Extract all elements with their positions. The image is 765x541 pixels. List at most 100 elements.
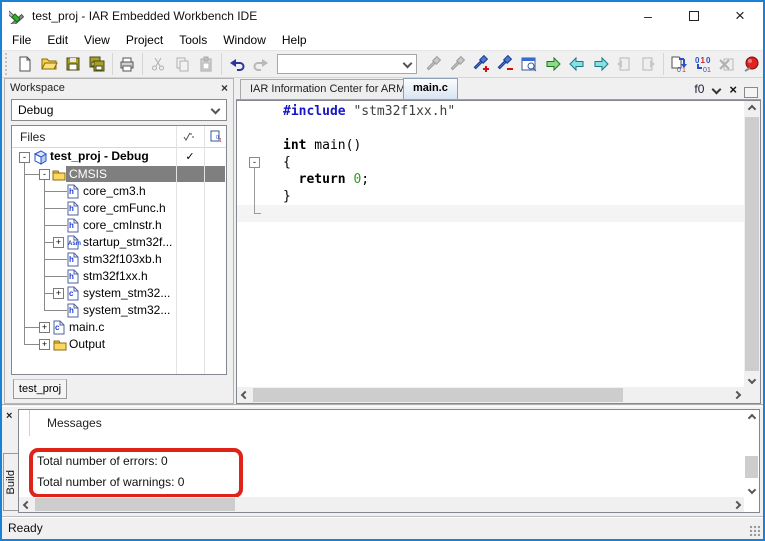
previous-file-button[interactable]: [613, 52, 637, 76]
toolbar-grip[interactable]: [5, 53, 10, 75]
next-file-button[interactable]: [636, 52, 660, 76]
maximize-button[interactable]: [671, 2, 717, 30]
stop-build-button[interactable]: [715, 52, 739, 76]
find-combobox[interactable]: [277, 54, 417, 74]
tree-item-main-c[interactable]: + c main.c: [12, 319, 226, 336]
scroll-left-button[interactable]: [19, 497, 34, 512]
fold-collapse-icon[interactable]: -: [249, 157, 260, 168]
stop-build-icon: [718, 55, 736, 73]
messages-column-header[interactable]: Messages: [47, 416, 102, 430]
menu-view[interactable]: View: [76, 30, 118, 50]
copy-button[interactable]: [170, 52, 194, 76]
build-panel-close-button[interactable]: ×: [6, 410, 12, 422]
goto-button[interactable]: [541, 52, 565, 76]
editor-close-button[interactable]: ×: [729, 82, 737, 97]
title-bar: test_proj - IAR Embedded Workbench IDE –…: [2, 2, 763, 30]
string-token: "stm32f1xx.h": [346, 104, 456, 119]
flashlight-plus-icon: [472, 55, 490, 73]
navigate-forward-button[interactable]: [589, 52, 613, 76]
folder-icon: [52, 169, 66, 181]
scrollbar-thumb[interactable]: [745, 456, 758, 478]
build-tab[interactable]: Build: [3, 453, 18, 511]
menu-project[interactable]: Project: [118, 30, 171, 50]
fold-guide-line: [254, 213, 261, 214]
scroll-right-button[interactable]: [729, 387, 744, 403]
expand-icon[interactable]: +: [53, 288, 64, 299]
save-button[interactable]: [61, 52, 85, 76]
find-previous-button[interactable]: [421, 52, 445, 76]
new-file-button[interactable]: [13, 52, 37, 76]
expand-icon[interactable]: +: [53, 237, 64, 248]
find-dialog-button[interactable]: [517, 52, 541, 76]
open-file-button[interactable]: [37, 52, 61, 76]
tree-item-system-h[interactable]: h system_stm32...: [12, 302, 226, 319]
menu-help[interactable]: Help: [274, 30, 315, 50]
workspace-close-button[interactable]: ×: [221, 81, 228, 95]
undo-button[interactable]: [225, 52, 249, 76]
cut-button[interactable]: [146, 52, 170, 76]
resize-grip[interactable]: [749, 525, 760, 536]
paste-button[interactable]: [194, 52, 218, 76]
download-and-debug-button[interactable]: [739, 52, 763, 76]
find-next-button[interactable]: [445, 52, 469, 76]
expand-icon[interactable]: +: [39, 339, 50, 350]
tree-item-core-cm3[interactable]: h core_cm3.h: [12, 183, 226, 200]
code-line: #include "stm32f1xx.h": [237, 103, 744, 120]
tree-item-project[interactable]: - test_proj - Debug ✓: [12, 149, 226, 166]
tree-item-core-cmfunc[interactable]: h core_cmFunc.h: [12, 200, 226, 217]
tree-item-startup[interactable]: + Asm startup_stm32f...: [12, 234, 226, 251]
scroll-up-button[interactable]: [744, 410, 759, 425]
scroll-down-button[interactable]: [744, 372, 760, 387]
find-dialog-icon: [520, 55, 538, 73]
tab-main-c[interactable]: main.c: [403, 78, 458, 99]
collapse-icon[interactable]: -: [39, 169, 50, 180]
menu-tools[interactable]: Tools: [171, 30, 215, 50]
redo-button[interactable]: [249, 52, 273, 76]
target-config-dropdown[interactable]: Debug: [11, 99, 227, 121]
flashlight-minus-icon: [496, 55, 514, 73]
build-vertical-scrollbar[interactable]: [744, 410, 759, 497]
editor-vertical-scrollbar[interactable]: [744, 101, 760, 387]
find-input[interactable]: [280, 56, 410, 72]
minimize-button[interactable]: –: [625, 2, 671, 30]
menu-edit[interactable]: Edit: [39, 30, 76, 50]
tree-item-output[interactable]: + Output: [12, 336, 226, 353]
tree-item-cmsis[interactable]: - CMSIS: [12, 166, 226, 183]
scrollbar-thumb[interactable]: [35, 498, 235, 511]
workspace-project-tab[interactable]: test_proj: [13, 379, 67, 399]
compile-button[interactable]: 01: [667, 52, 691, 76]
svg-text:0: 0: [677, 67, 681, 73]
tree-item-system-c[interactable]: + c system_stm32...: [12, 285, 226, 302]
editor-horizontal-scrollbar[interactable]: [237, 387, 744, 403]
scroll-down-button[interactable]: [744, 482, 759, 497]
scroll-left-button[interactable]: [237, 387, 252, 403]
tab-list-chevron-icon[interactable]: [712, 84, 722, 94]
tab-info-center[interactable]: IAR Information Center for ARM: [240, 79, 415, 99]
tree-item-core-cminstr[interactable]: h core_cmInstr.h: [12, 217, 226, 234]
collapse-icon[interactable]: -: [19, 152, 30, 163]
build-messages-list[interactable]: Messages Total number of errors: 0 Total…: [19, 410, 744, 497]
close-button[interactable]: ×: [717, 2, 763, 30]
function-list-button[interactable]: f0: [694, 82, 704, 96]
tree-item-stm32f103xb[interactable]: h stm32f103xb.h: [12, 251, 226, 268]
find-remove-button[interactable]: [493, 52, 517, 76]
menu-file[interactable]: File: [4, 30, 39, 50]
header-file-icon: h: [67, 303, 79, 318]
scroll-up-button[interactable]: [744, 101, 760, 116]
files-column-header[interactable]: Files 01: [12, 126, 226, 148]
code-area[interactable]: - #include "stm32f1xx.h" int main() { re…: [237, 101, 744, 387]
scrollbar-thumb[interactable]: [745, 117, 759, 371]
editor-splitter-box[interactable]: [744, 87, 758, 98]
save-all-button[interactable]: [85, 52, 109, 76]
make-button[interactable]: 01001: [691, 52, 715, 76]
scroll-right-button[interactable]: [729, 497, 744, 512]
expand-icon[interactable]: +: [39, 322, 50, 333]
navigate-back-button[interactable]: [565, 52, 589, 76]
find-add-button[interactable]: [469, 52, 493, 76]
scrollbar-thumb[interactable]: [253, 388, 623, 402]
menu-window[interactable]: Window: [215, 30, 274, 50]
print-button[interactable]: [115, 52, 139, 76]
tree-item-stm32f1xx[interactable]: h stm32f1xx.h: [12, 268, 226, 285]
new-file-icon: [16, 55, 34, 73]
build-horizontal-scrollbar[interactable]: [19, 497, 744, 512]
